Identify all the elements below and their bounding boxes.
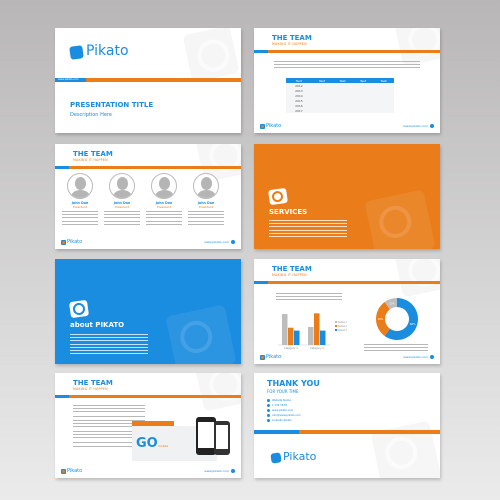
pikato-logo-icon [260,123,265,129]
data-label: 10% [389,301,395,305]
bar [320,330,326,345]
brand-name: Pikato [86,43,129,59]
slide-charts[interactable]: THE TEAM MAKING IT HAPPEN Category 1 Cate… [254,259,440,364]
team-member: John Doe President [146,173,182,227]
pikato-logo-icon [270,452,282,464]
promo-logo: GO [136,436,158,451]
data-label: 60% [410,322,416,326]
avatar [109,173,135,199]
bar-chart: Category 1 Category 2 Series 1Series 2Seri… [278,313,347,350]
watermark-logo-icon [195,373,241,411]
watermark-logo-icon [165,304,237,364]
bar [294,330,300,345]
contact-icon [267,399,270,402]
body-text [274,61,420,71]
slide-subtitle: MAKING IT HAPPEN [73,387,108,391]
contact-icon [267,409,270,412]
slide-title: about PIKATO [70,321,125,329]
slide-subtitle: FOR YOUR TIME [267,389,299,394]
contact-icon [267,414,270,417]
brand-name: Pikato [283,450,317,463]
url-label: www.pikato.com [58,78,79,81]
data-label: 30% [378,317,384,321]
body-text [70,334,148,356]
body-text [269,220,347,239]
watermark-logo-icon [394,259,440,297]
slide-title: SERVICES [269,208,308,216]
slide-mobile[interactable]: THE TEAM MAKING IT HAPPEN GO mobile Pika… [55,373,241,478]
divider-bar [55,78,241,82]
member-role: President [199,205,213,209]
contact-icon [267,419,270,422]
footer: Pikato www.pikato.com [260,353,434,361]
footer: Pikato www.pikato.com [61,467,235,475]
legend-swatch [335,325,337,327]
data-table: Text Text Text Text Text 2012 2013 2014 2015… [286,78,394,113]
presentation-title: PRESENTATION TITLE [70,101,154,109]
slide-title: THE TEAM [272,265,312,273]
legend-label: Series 1 [338,321,347,324]
logo-icon [268,187,288,206]
donut-chart: 60% 30% 10% [376,298,418,340]
legend-label: Series 2 [338,325,347,328]
legend-swatch [335,321,337,323]
team-member: John Doe President [62,173,98,227]
x-tick-label: Category 2 [310,346,324,350]
slide-title: THE TEAM [73,150,113,158]
legend-label: Series 3 [338,329,347,332]
logo-icon [68,299,90,319]
contact-icon [267,404,270,407]
avatar [67,173,93,199]
phone-image [196,417,216,455]
slide-services[interactable]: SERVICES [254,144,440,249]
avatar [193,173,219,199]
slide-team-table[interactable]: THE TEAM MAKING IT HAPPEN Text Text Text Te… [254,28,440,133]
pikato-logo-icon [69,45,84,60]
legend-swatch [335,329,337,331]
footer: Pikato www.pikato.com [61,238,235,246]
member-role: President [73,205,87,209]
bar [288,327,294,345]
slide-title: THE TEAM [272,34,312,42]
slide-about[interactable]: about PIKATO [55,259,241,364]
member-role: President [157,205,171,209]
member-role: President [115,205,129,209]
bar [308,327,314,345]
slide-title: THE TEAM [73,379,113,387]
contact-item[interactable]: LinkedIn/pikato [267,418,301,423]
slide-thank-you[interactable]: THANK YOU FOR YOUR TIME Website Name 1 23… [254,373,440,478]
slide-title: THANK YOU [267,379,320,388]
bar [314,313,320,345]
watermark-logo-icon [183,28,240,82]
bar [282,314,288,345]
slide-subtitle: MAKING IT HAPPEN [272,42,307,46]
team-member: John Doe President [104,173,140,227]
watermark-logo-icon [364,189,436,249]
footer: Pikato www.pikato.com [260,122,434,130]
slide-team-members[interactable]: THE TEAM MAKING IT HAPPEN John Doe Presi… [55,144,241,249]
team-member: John Doe President [188,173,224,227]
description: Description Here [70,112,112,118]
slide-title[interactable]: Pikato www.pikato.com PRESENTATION TITLE… [55,28,241,133]
x-tick-label: Category 1 [284,346,298,350]
phone-image [214,421,230,455]
slide-subtitle: MAKING IT HAPPEN [272,273,307,277]
avatar [151,173,177,199]
slide-subtitle: MAKING IT HAPPEN [73,158,108,162]
